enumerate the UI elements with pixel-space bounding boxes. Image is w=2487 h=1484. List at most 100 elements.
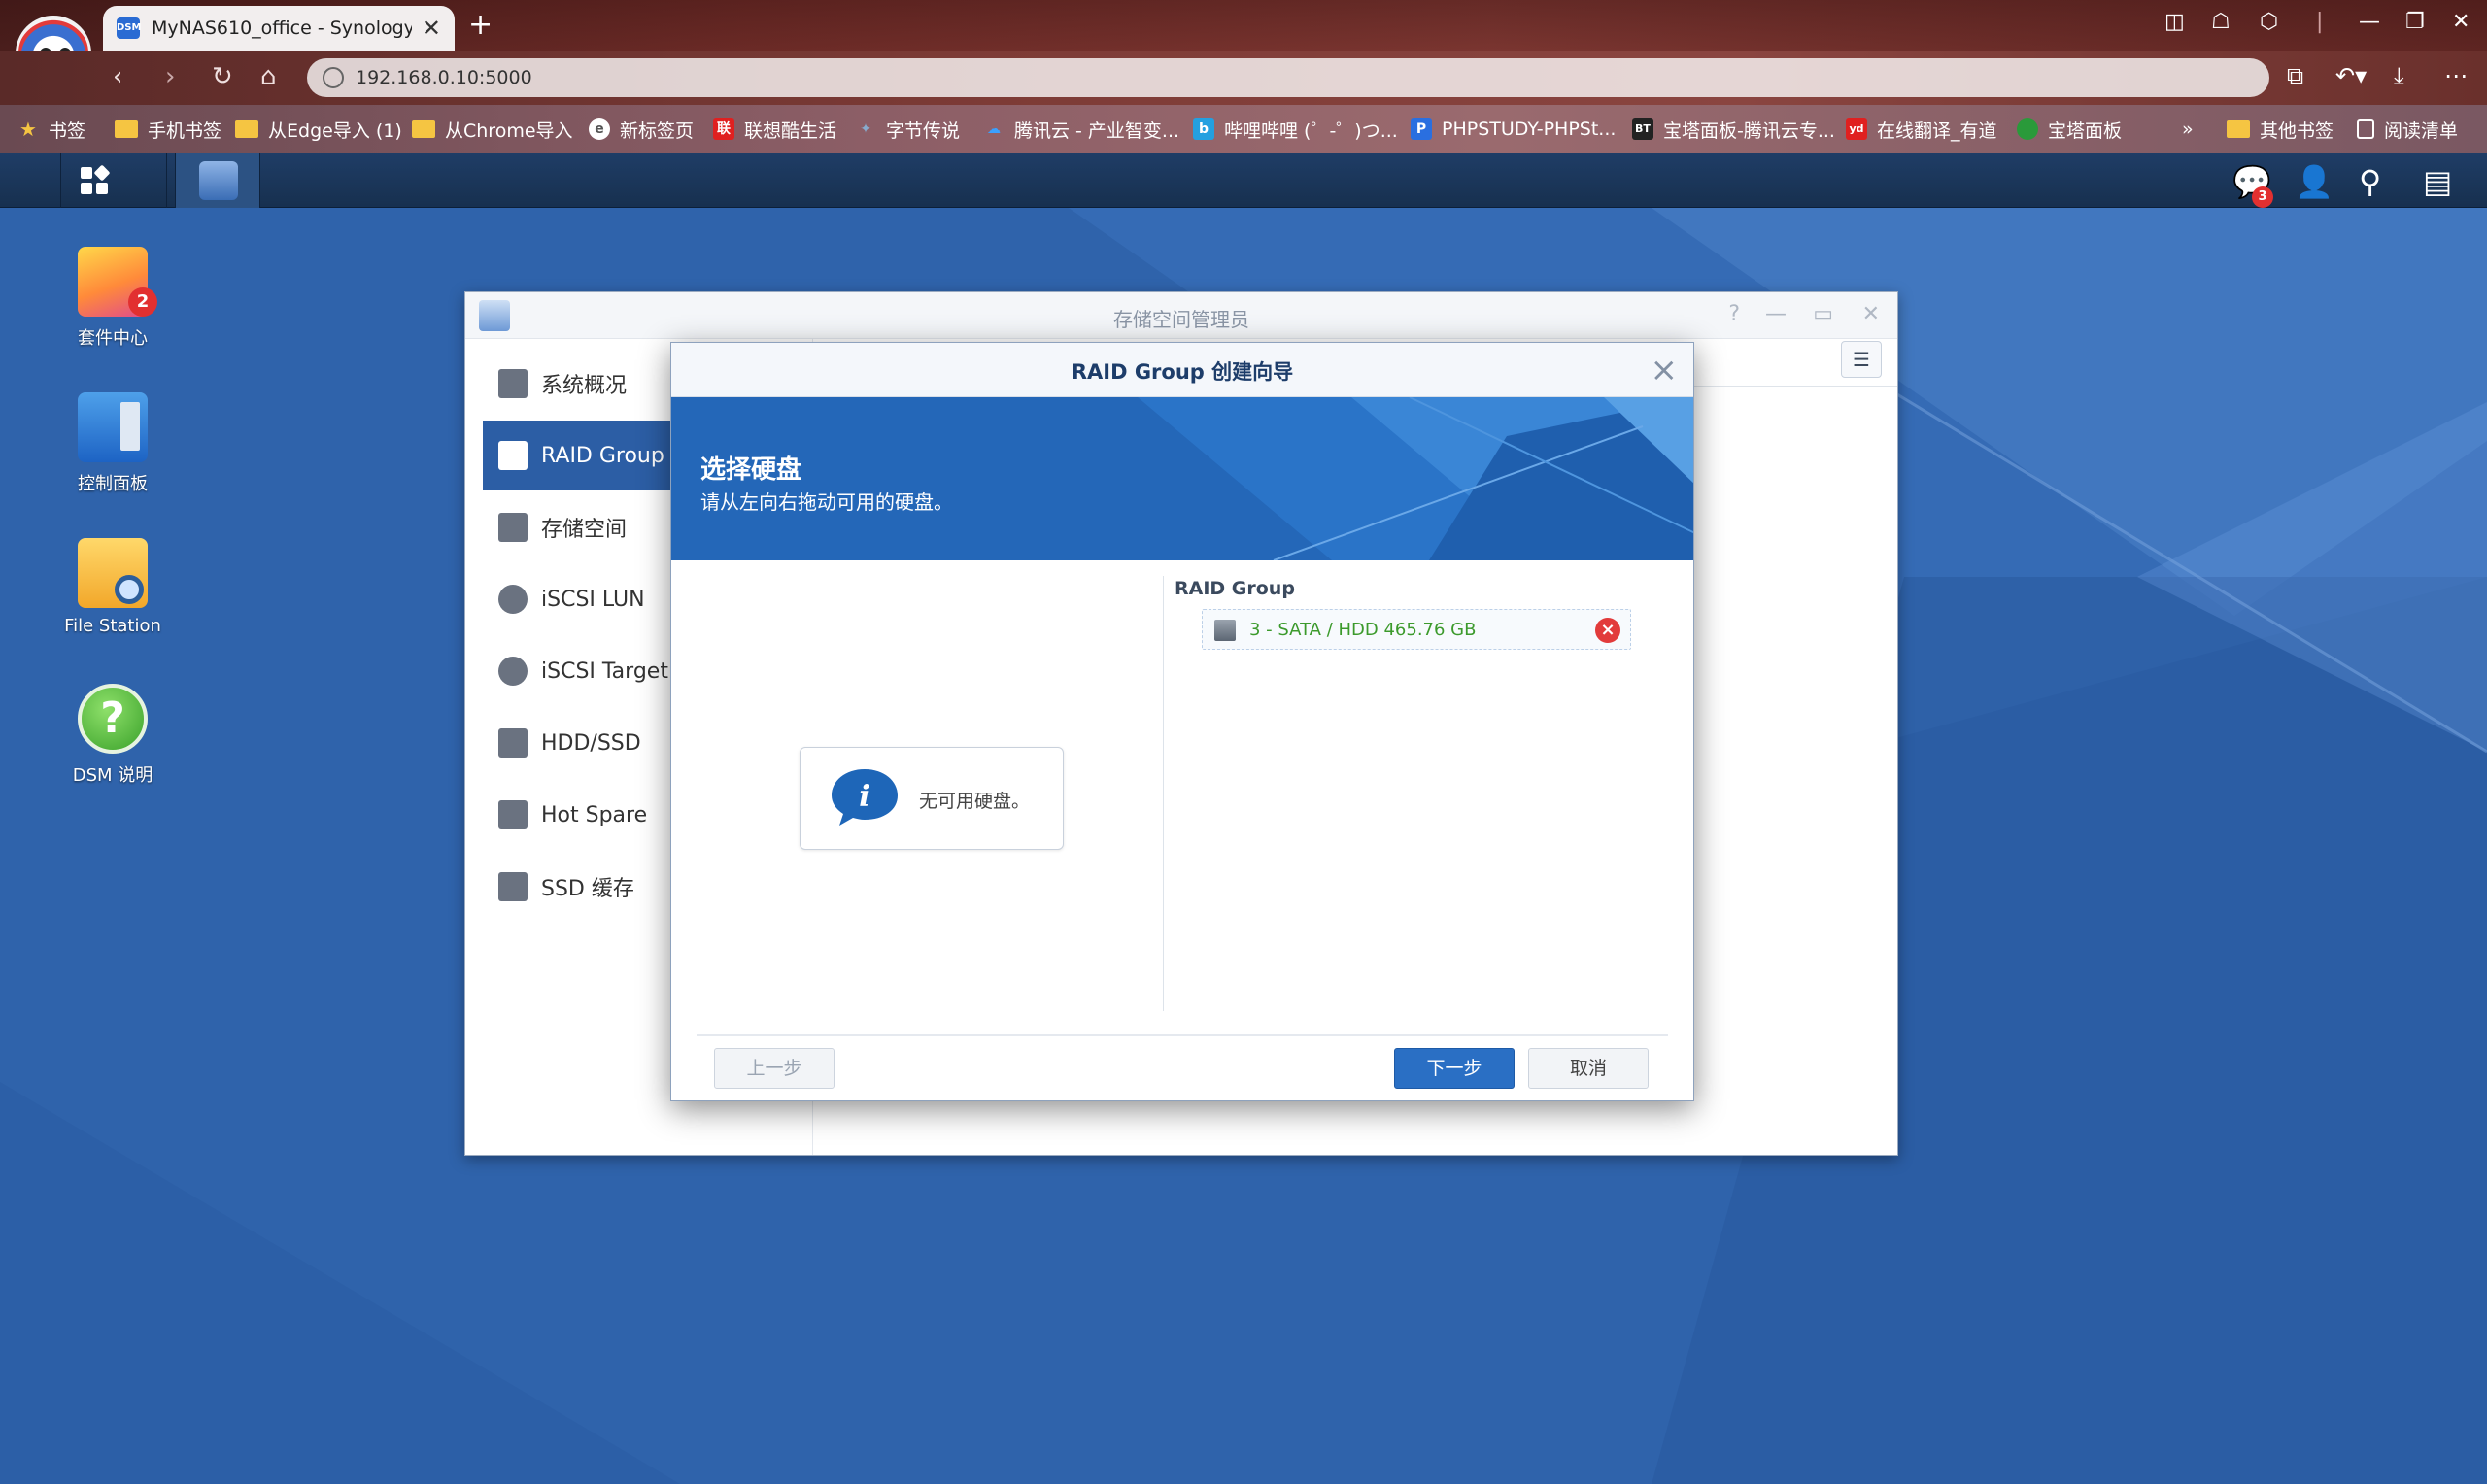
tab-close-icon[interactable]: ✕ bbox=[422, 15, 441, 42]
bookmark-item[interactable]: 宝塔面板 bbox=[2017, 115, 2122, 144]
tab-title: MyNAS610_office - Synology D bbox=[152, 17, 412, 39]
bookmark-item[interactable]: P PHPSTUDY-PHPSt... bbox=[1411, 115, 1616, 144]
sidebar-item-label: 系统概况 bbox=[541, 374, 628, 398]
restore-window-icon[interactable]: ❐ bbox=[2405, 10, 2425, 34]
widgets-icon[interactable]: ▤ bbox=[2423, 163, 2452, 200]
more-menu-icon[interactable]: ⋯ bbox=[2444, 62, 2468, 89]
address-bar-row: ‹ › ↻ ⌂ 192.168.0.10:5000 ⧉ ↶▾ ⤓ ⋯ bbox=[0, 51, 2487, 105]
extensions-icon[interactable]: ⧉ bbox=[2287, 62, 2303, 89]
bookmark-item[interactable]: b 哔哩哔哩 (゜-゜)つ... bbox=[1193, 115, 1398, 144]
sort-icon[interactable]: ☰ bbox=[1841, 341, 1882, 378]
bookmark-label: 从Edge导入 (1) bbox=[268, 119, 402, 142]
back-icon[interactable]: ‹ bbox=[113, 62, 122, 91]
next-button[interactable]: 下一步 bbox=[1394, 1048, 1515, 1089]
split-screen-icon[interactable]: ◫ bbox=[2164, 10, 2185, 34]
maximize-icon[interactable]: ▭ bbox=[1813, 302, 1833, 326]
home-icon[interactable]: ⌂ bbox=[260, 62, 277, 91]
available-disks-panel: i 无可用硬盘。 bbox=[671, 560, 1163, 1013]
svg-text:i: i bbox=[859, 780, 869, 814]
sidebar-item-label: RAID Group bbox=[541, 443, 664, 468]
sidebar-item-label: iSCSI LUN bbox=[541, 587, 645, 612]
panel-divider bbox=[1163, 576, 1164, 1011]
url-input[interactable]: 192.168.0.10:5000 bbox=[307, 58, 2269, 97]
download-icon[interactable]: ⤓ bbox=[2394, 62, 2404, 89]
control-panel-icon bbox=[78, 392, 148, 462]
youdao-icon: yd bbox=[1846, 118, 1867, 140]
grid-cell bbox=[93, 164, 111, 182]
minimize-window-icon[interactable]: — bbox=[2359, 10, 2380, 34]
new-tab-button[interactable]: + bbox=[468, 8, 493, 42]
bookmark-label: 宝塔面板 bbox=[2048, 119, 2123, 142]
other-bookmarks-item[interactable]: 其他书签 bbox=[2227, 115, 2334, 144]
wizard-titlebar[interactable]: RAID Group 创建向导 × bbox=[671, 343, 1693, 397]
game-mode-icon[interactable]: ☖ bbox=[2211, 10, 2231, 34]
remove-disk-icon[interactable]: × bbox=[1595, 618, 1620, 643]
folder-icon bbox=[412, 120, 435, 138]
hdd-icon bbox=[498, 728, 528, 758]
help-icon[interactable]: ? bbox=[1728, 302, 1740, 326]
bookmark-label: 在线翻译_有道 bbox=[1877, 119, 1997, 142]
prev-button[interactable]: 上一步 bbox=[714, 1048, 835, 1089]
bookmark-label: 宝塔面板-腾讯云专... bbox=[1663, 119, 1835, 142]
notifications-icon[interactable]: 💬 3 bbox=[2232, 163, 2273, 208]
grid-cell bbox=[96, 183, 108, 194]
cancel-button[interactable]: 取消 bbox=[1528, 1048, 1649, 1089]
bookmark-item[interactable]: yd 在线翻译_有道 bbox=[1846, 115, 1997, 144]
other-bookmarks-label: 其他书签 bbox=[2260, 119, 2334, 142]
storage-manager-titlebar[interactable]: 存储空间管理员 ? — ▭ ✕ bbox=[465, 292, 1897, 339]
raid-group-heading: RAID Group bbox=[1175, 578, 1295, 599]
volume-icon bbox=[498, 513, 528, 542]
reading-list-item[interactable]: 阅读清单 bbox=[2357, 115, 2458, 144]
bookmark-label: 书签 bbox=[49, 119, 86, 142]
bookmark-item[interactable]: BT 宝塔面板-腾讯云专... bbox=[1632, 115, 1835, 144]
dsm-taskbar: 💬 3 👤 ⚲ ▤ bbox=[0, 153, 2487, 208]
selected-disk-row[interactable]: 3 - SATA / HDD 465.76 GB × bbox=[1202, 609, 1631, 650]
bookmark-item[interactable]: 手机书签 bbox=[115, 115, 221, 144]
reload-icon[interactable]: ↻ bbox=[212, 62, 233, 91]
bookmark-label: 腾讯云 - 产业智变... bbox=[1014, 119, 1180, 142]
bookmark-label: PHPSTUDY-PHPSt... bbox=[1442, 118, 1617, 140]
bookmark-item[interactable]: ★ 书签 bbox=[17, 115, 85, 144]
wizard-title: RAID Group 创建向导 bbox=[1071, 360, 1294, 384]
step-title: 选择硬盘 bbox=[700, 455, 802, 485]
forward-icon[interactable]: › bbox=[165, 62, 175, 91]
close-icon[interactable]: × bbox=[1651, 351, 1679, 389]
empty-state-message: 无可用硬盘。 bbox=[919, 791, 1031, 812]
disk-label: 3 - SATA / HDD 465.76 GB bbox=[1249, 620, 1477, 640]
close-icon[interactable]: ✕ bbox=[1862, 302, 1880, 326]
bookmark-label: 新标签页 bbox=[620, 119, 695, 142]
iscsi-lun-icon bbox=[498, 585, 528, 614]
search-icon[interactable]: ⚲ bbox=[2359, 163, 2381, 200]
bookmark-label: 手机书签 bbox=[148, 119, 222, 142]
folder-icon bbox=[2227, 120, 2250, 138]
storage-manager-icon bbox=[199, 161, 238, 200]
bookmarks-bar: ★ 书签 手机书签 从Edge导入 (1) 从Chrome导入 e 新标签页 联联想… bbox=[0, 105, 2487, 153]
bookmark-item[interactable]: 从Edge导入 (1) bbox=[235, 115, 402, 144]
desktop-icon-package-center[interactable]: 2 套件中心 bbox=[35, 247, 190, 350]
desktop-icon-control-panel[interactable]: 控制面板 bbox=[35, 392, 190, 495]
bookmark-item[interactable]: ☁ 腾讯云 - 产业智变... bbox=[983, 115, 1179, 144]
bookmark-item[interactable]: e 新标签页 bbox=[589, 115, 694, 144]
bt-icon: BT bbox=[1632, 118, 1653, 140]
site-info-icon[interactable] bbox=[323, 67, 344, 88]
bookmark-item[interactable]: 从Chrome导入 bbox=[412, 115, 573, 144]
desktop-icon-dsm-help[interactable]: ? DSM 说明 bbox=[35, 684, 190, 787]
star-icon: ★ bbox=[19, 118, 37, 141]
main-menu-icon bbox=[81, 164, 111, 194]
bookmarks-more-button[interactable]: » bbox=[2182, 115, 2194, 144]
desktop-icon-file-station[interactable]: File Station bbox=[35, 538, 190, 636]
undo-close-tab-icon[interactable]: ↶▾ bbox=[2335, 62, 2367, 89]
package-center-icon: 2 bbox=[78, 247, 157, 317]
iscsi-target-icon bbox=[498, 657, 528, 686]
storage-manager-title: 存储空间管理员 bbox=[1113, 308, 1249, 331]
skin-icon[interactable]: ⬡ bbox=[2260, 10, 2278, 34]
user-icon[interactable]: 👤 bbox=[2295, 163, 2334, 200]
bookmark-item[interactable]: 联联想酷生活 bbox=[713, 115, 836, 144]
browser-tab-active[interactable]: DSM MyNAS610_office - Synology D ✕ bbox=[103, 6, 455, 51]
taskbar-storage-manager[interactable] bbox=[175, 153, 260, 208]
bookmark-label: 字节传说 bbox=[886, 119, 961, 142]
minimize-icon[interactable]: — bbox=[1765, 302, 1787, 326]
main-menu-button[interactable] bbox=[60, 153, 167, 208]
bookmark-item[interactable]: ✦ 字节传说 bbox=[855, 115, 960, 144]
close-window-icon[interactable]: ✕ bbox=[2452, 10, 2470, 34]
